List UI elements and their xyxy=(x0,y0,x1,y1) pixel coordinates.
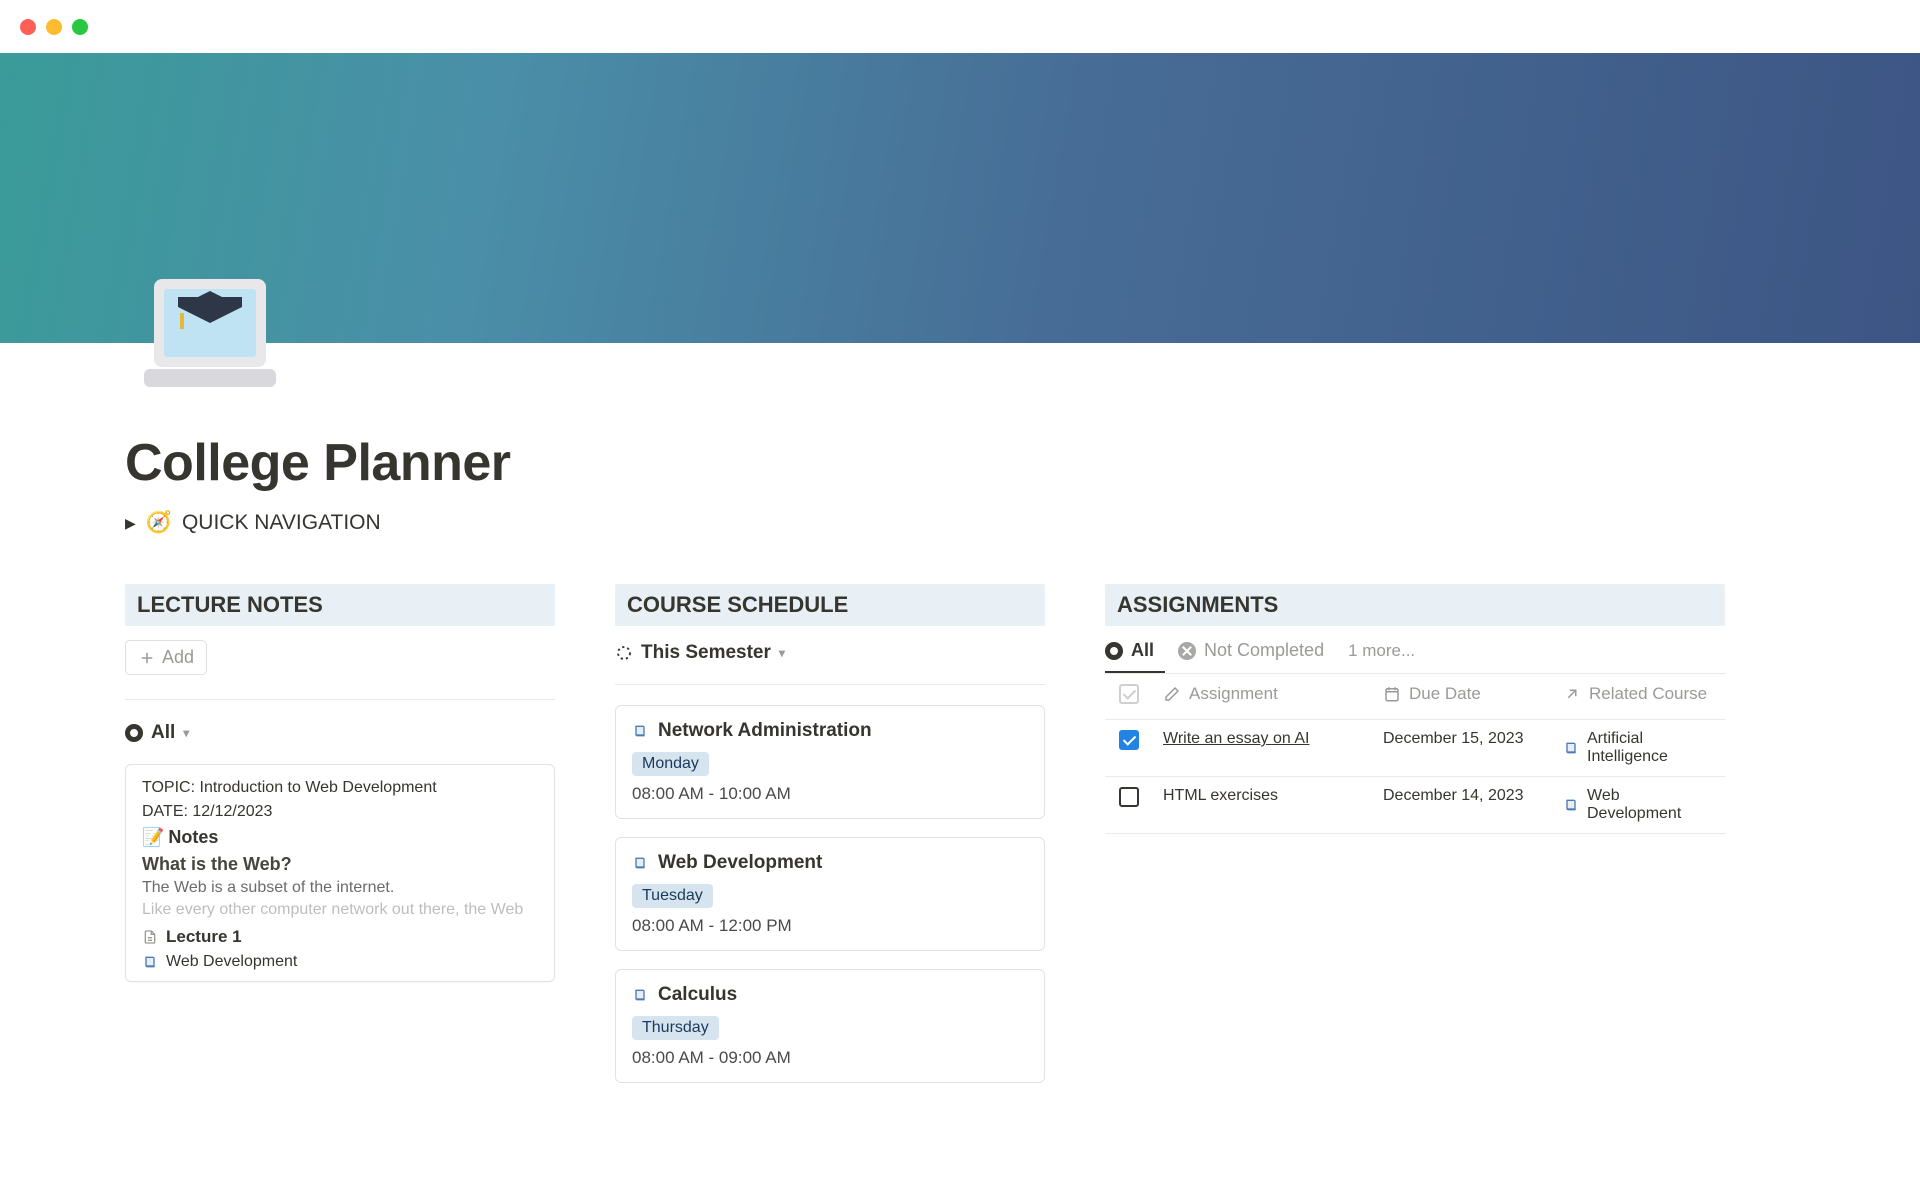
document-icon xyxy=(142,929,158,945)
arrow-up-right-icon xyxy=(1563,685,1581,703)
tab-not-completed[interactable]: Not Completed xyxy=(1178,640,1324,661)
page-icon[interactable] xyxy=(140,273,280,393)
book-icon xyxy=(632,855,648,871)
note-lecture-label: Lecture 1 xyxy=(166,927,242,947)
book-icon xyxy=(632,987,648,1003)
book-icon xyxy=(1563,740,1579,756)
triangle-right-icon: ▶ xyxy=(125,515,136,532)
schedule-course-title: Network Administration xyxy=(658,720,872,742)
col-assignment-label: Assignment xyxy=(1189,684,1278,704)
quick-navigation-toggle[interactable]: ▶ 🧭 QUICK NAVIGATION xyxy=(125,507,1795,539)
assignment-course: Artificial Intelligence xyxy=(1587,730,1715,766)
notes-view-selector[interactable]: All ▾ xyxy=(125,720,555,746)
loading-icon xyxy=(615,644,633,662)
schedule-course-title: Calculus xyxy=(658,984,737,1006)
col-related-course-label: Related Course xyxy=(1589,684,1707,704)
book-icon xyxy=(1563,797,1579,813)
chevron-down-icon: ▾ xyxy=(183,726,189,740)
schedule-card[interactable]: Web Development Tuesday 08:00 AM - 12:00… xyxy=(615,837,1045,951)
divider xyxy=(125,699,555,700)
radio-on-icon xyxy=(1105,642,1123,660)
schedule-view-label: This Semester xyxy=(641,642,771,664)
assignments-table: Assignment Due Date Related Course Write… xyxy=(1105,673,1725,834)
add-note-button[interactable]: Add xyxy=(125,640,207,675)
assignment-due: December 15, 2023 xyxy=(1383,730,1524,748)
traffic-light-close[interactable] xyxy=(20,19,36,35)
course-schedule-header: COURSE SCHEDULE xyxy=(615,584,1045,626)
assignments-column: ASSIGNMENTS All Not Completed 1 more... xyxy=(1105,584,1725,1083)
notes-view-label: All xyxy=(151,722,175,744)
tabs-more[interactable]: 1 more... xyxy=(1348,641,1415,661)
assignment-checkbox[interactable] xyxy=(1119,787,1139,807)
book-icon xyxy=(632,723,648,739)
book-icon xyxy=(142,954,158,970)
assignment-title: Write an essay on AI xyxy=(1163,730,1309,748)
note-course-label: Web Development xyxy=(166,953,297,971)
table-header-row: Assignment Due Date Related Course xyxy=(1105,674,1725,720)
table-row[interactable]: HTML exercises December 14, 2023 Web Dev… xyxy=(1105,777,1725,834)
divider xyxy=(615,684,1045,685)
note-lecture-link[interactable]: Lecture 1 xyxy=(142,927,538,947)
checkbox-header-icon xyxy=(1119,684,1139,704)
tab-not-completed-label: Not Completed xyxy=(1204,640,1324,661)
assignment-title: HTML exercises xyxy=(1163,787,1278,805)
note-body-line-1: The Web is a subset of the internet. xyxy=(142,879,538,897)
assignments-header: ASSIGNMENTS xyxy=(1105,584,1725,626)
page-title[interactable]: College Planner xyxy=(125,433,1795,493)
window-chrome xyxy=(0,0,1920,53)
plus-icon xyxy=(138,649,156,667)
lecture-notes-column: LECTURE NOTES Add All ▾ TOPIC: Introduct… xyxy=(125,584,555,1083)
quick-navigation-label: QUICK NAVIGATION xyxy=(182,511,381,535)
tab-all-label: All xyxy=(1131,640,1154,661)
radio-on-icon xyxy=(125,724,143,742)
schedule-card[interactable]: Network Administration Monday 08:00 AM -… xyxy=(615,705,1045,819)
note-course-tag[interactable]: Web Development xyxy=(142,953,538,971)
schedule-card[interactable]: Calculus Thursday 08:00 AM - 09:00 AM xyxy=(615,969,1045,1083)
chevron-down-icon: ▾ xyxy=(779,646,785,660)
assignments-tabs: All Not Completed 1 more... xyxy=(1105,640,1725,671)
add-button-label: Add xyxy=(162,647,194,668)
lecture-notes-header: LECTURE NOTES xyxy=(125,584,555,626)
assignment-due: December 14, 2023 xyxy=(1383,787,1524,805)
assignment-course: Web Development xyxy=(1587,787,1715,823)
schedule-course-title: Web Development xyxy=(658,852,822,874)
notes-heading: Notes xyxy=(168,827,218,848)
schedule-view-selector[interactable]: This Semester ▾ xyxy=(615,640,1045,666)
edit-icon xyxy=(1163,685,1181,703)
col-due-date-label: Due Date xyxy=(1409,684,1481,704)
x-circle-icon xyxy=(1178,642,1196,660)
course-schedule-column: COURSE SCHEDULE This Semester ▾ Network … xyxy=(615,584,1045,1083)
cover-image xyxy=(0,53,1920,343)
day-badge: Tuesday xyxy=(632,884,713,908)
table-row[interactable]: Write an essay on AI December 15, 2023 A… xyxy=(1105,720,1725,777)
calendar-icon xyxy=(1383,685,1401,703)
schedule-time: 08:00 AM - 12:00 PM xyxy=(632,916,1028,936)
traffic-light-minimize[interactable] xyxy=(46,19,62,35)
schedule-time: 08:00 AM - 09:00 AM xyxy=(632,1048,1028,1068)
day-badge: Monday xyxy=(632,752,709,776)
schedule-time: 08:00 AM - 10:00 AM xyxy=(632,784,1028,804)
compass-icon: 🧭 xyxy=(146,511,172,535)
tab-all[interactable]: All xyxy=(1105,640,1154,661)
traffic-light-zoom[interactable] xyxy=(72,19,88,35)
assignment-checkbox[interactable] xyxy=(1119,730,1139,750)
note-topic: TOPIC: Introduction to Web Development xyxy=(142,779,538,797)
note-subheading: What is the Web? xyxy=(142,854,538,875)
note-date: DATE: 12/12/2023 xyxy=(142,803,538,821)
note-body-line-2: Like every other computer network out th… xyxy=(142,901,538,919)
memo-icon: 📝 xyxy=(142,827,164,848)
day-badge: Thursday xyxy=(632,1016,719,1040)
note-card[interactable]: TOPIC: Introduction to Web Development D… xyxy=(125,764,555,982)
